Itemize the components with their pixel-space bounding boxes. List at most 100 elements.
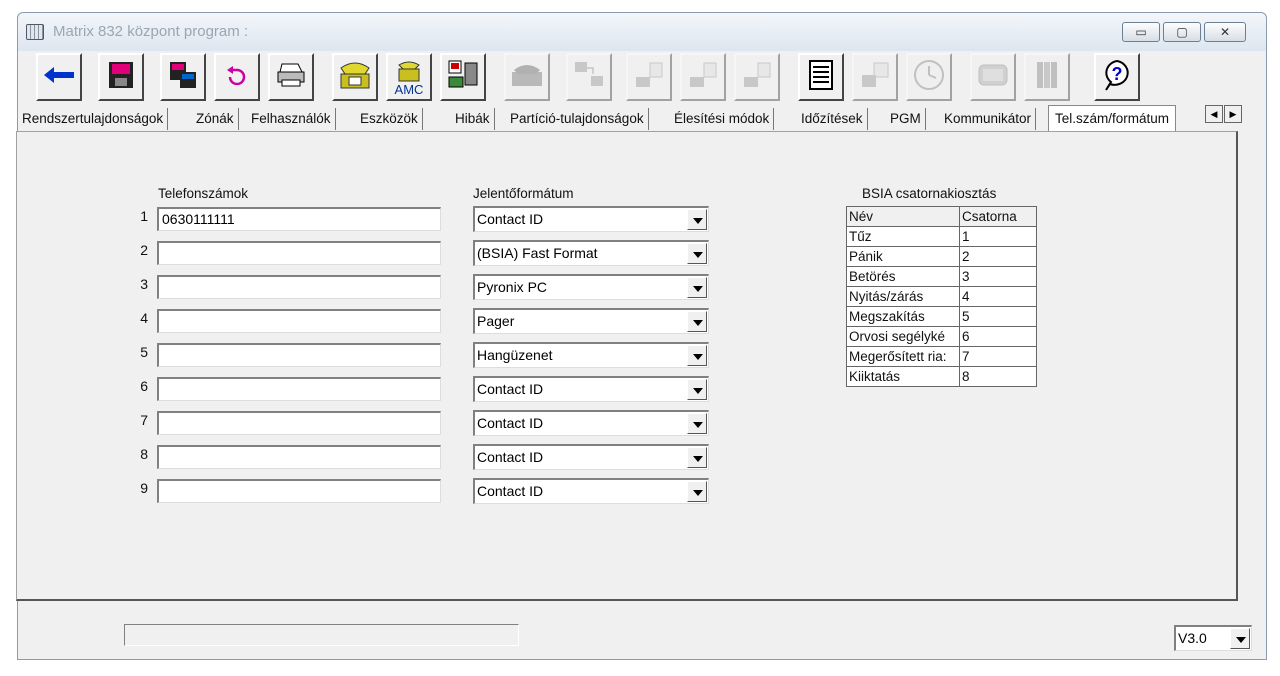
- bsia-channel-cell[interactable]: 3: [959, 266, 1037, 287]
- bsia-channel-cell[interactable]: 8: [959, 366, 1037, 387]
- arrow-right-icon: ▶: [1229, 108, 1237, 119]
- keypad-icon: [977, 63, 1009, 92]
- dropdown-arrow-icon[interactable]: [687, 243, 707, 264]
- tab-9[interactable]: PGM: [886, 108, 926, 130]
- bsia-channel-cell[interactable]: 7: [959, 346, 1037, 367]
- bsia-name-cell[interactable]: Orvosi segélyké: [846, 326, 960, 347]
- telephone-button[interactable]: [332, 53, 378, 101]
- help-button[interactable]: ?: [1094, 53, 1140, 101]
- bsia-row: Megerősített ria: 7: [846, 346, 1037, 367]
- bsia-channel-cell[interactable]: 4: [959, 286, 1037, 307]
- dropdown-arrow-icon[interactable]: [687, 345, 707, 366]
- dropdown-arrow-icon[interactable]: [687, 277, 707, 298]
- version-select[interactable]: V3.0: [1174, 625, 1252, 651]
- tab-strip: Rendszertulajdonságok Zónák Felhasználók Es…: [18, 105, 1262, 132]
- app-calculator-icon[interactable]: [26, 24, 44, 40]
- tab-scroll-left-button[interactable]: ◀: [1205, 105, 1223, 123]
- amc-telephone-button[interactable]: AMC: [386, 53, 432, 101]
- tab-11[interactable]: Tel.szám/formátum: [1048, 105, 1177, 132]
- upload-button[interactable]: [680, 53, 726, 101]
- minimize-button[interactable]: ▭: [1122, 22, 1160, 42]
- report-format-select-9[interactable]: Contact ID: [473, 478, 709, 504]
- telephone-icon: [337, 58, 373, 97]
- dropdown-arrow-icon[interactable]: [687, 311, 707, 332]
- bsia-channel-cell[interactable]: 5: [959, 306, 1037, 327]
- save-disk-button[interactable]: [98, 53, 144, 101]
- tab-10[interactable]: Kommunikátor: [940, 108, 1037, 130]
- bsia-header-row: Név Csatorna: [846, 206, 1037, 227]
- maximize-button[interactable]: ▢: [1163, 22, 1201, 42]
- report-format-select-2[interactable]: (BSIA) Fast Format: [473, 240, 709, 266]
- download-icon: [634, 61, 664, 94]
- phone-row-number: 2: [140, 242, 148, 258]
- phone-row-number: 9: [140, 480, 148, 496]
- tab-4[interactable]: Eszközök: [356, 108, 423, 130]
- phone-number-input-4[interactable]: [157, 309, 441, 333]
- bsia-name-cell[interactable]: Megerősített ria:: [846, 346, 960, 367]
- phone-number-input-7[interactable]: [157, 411, 441, 435]
- bsia-channel-cell[interactable]: 1: [959, 226, 1037, 247]
- phone-number-input-3[interactable]: [157, 275, 441, 299]
- maximize-icon: ▢: [1176, 25, 1188, 39]
- bsia-name-cell[interactable]: Nyitás/zárás: [846, 286, 960, 307]
- bsia-name-cell[interactable]: Betörés: [846, 266, 960, 287]
- tab-8[interactable]: Időzítések: [797, 108, 868, 130]
- phone-number-input-9[interactable]: [157, 479, 441, 503]
- tab-5[interactable]: Hibák: [451, 108, 495, 130]
- tab-2[interactable]: Zónák: [192, 108, 239, 130]
- save-disk-icon: [107, 60, 135, 95]
- title-bar[interactable]: Matrix 832 központ program : ▭ ▢ ✕: [18, 13, 1266, 51]
- phone-number-input-8[interactable]: [157, 445, 441, 469]
- tab-1[interactable]: Rendszertulajdonságok: [18, 108, 169, 130]
- document-list-icon: [808, 59, 834, 96]
- keypad-button[interactable]: [970, 53, 1016, 101]
- undo-button[interactable]: [214, 53, 260, 101]
- report-format-select-3[interactable]: Pyronix PC: [473, 274, 709, 300]
- report-format-select-4[interactable]: Pager: [473, 308, 709, 334]
- printer-button[interactable]: [268, 53, 314, 101]
- network-computer-button[interactable]: [440, 53, 486, 101]
- send-button[interactable]: [734, 53, 780, 101]
- phone-number-input-1[interactable]: 0630111111: [157, 207, 441, 231]
- close-button[interactable]: ✕: [1204, 22, 1246, 42]
- tab-7[interactable]: Élesítési módok: [670, 108, 775, 130]
- download-button[interactable]: [626, 53, 672, 101]
- tab-3[interactable]: Felhasználók: [247, 108, 336, 130]
- phone-number-input-6[interactable]: [157, 377, 441, 401]
- close-icon: ✕: [1219, 25, 1231, 39]
- document-list-button[interactable]: [798, 53, 844, 101]
- bsia-name-cell[interactable]: Tűz: [846, 226, 960, 247]
- report-format-select-1[interactable]: Contact ID: [473, 206, 709, 232]
- tab-6[interactable]: Partíció-tulajdonságok: [506, 108, 649, 130]
- phone-number-input-5[interactable]: [157, 343, 441, 367]
- report-format-value: (BSIA) Fast Format: [477, 245, 598, 261]
- formats-header: Jelentőformátum: [473, 186, 574, 201]
- bsia-col-channel: Csatorna: [959, 206, 1037, 227]
- report-format-select-5[interactable]: Hangüzenet: [473, 342, 709, 368]
- bsia-row: Nyitás/zárás 4: [846, 286, 1037, 307]
- bsia-channel-cell[interactable]: 2: [959, 246, 1037, 267]
- svg-text:?: ?: [1112, 64, 1123, 84]
- bsia-name-cell[interactable]: Kiiktatás: [846, 366, 960, 387]
- dropdown-arrow-icon[interactable]: [687, 447, 707, 468]
- bsia-name-cell[interactable]: Megszakítás: [846, 306, 960, 327]
- fax-button[interactable]: [504, 53, 550, 101]
- sync-button[interactable]: [852, 53, 898, 101]
- report-format-select-8[interactable]: Contact ID: [473, 444, 709, 470]
- dropdown-arrow-icon[interactable]: [687, 209, 707, 230]
- clock-button[interactable]: [906, 53, 952, 101]
- back-arrow-button[interactable]: [36, 53, 82, 101]
- tab-scroll-right-button[interactable]: ▶: [1224, 105, 1242, 123]
- dropdown-arrow-icon[interactable]: [687, 413, 707, 434]
- phone-number-input-2[interactable]: [157, 241, 441, 265]
- save-as-button[interactable]: [160, 53, 206, 101]
- version-dropdown-arrow-icon[interactable]: [1230, 628, 1250, 649]
- bsia-name-cell[interactable]: Pánik: [846, 246, 960, 267]
- report-format-select-7[interactable]: Contact ID: [473, 410, 709, 436]
- dropdown-arrow-icon[interactable]: [687, 379, 707, 400]
- report-format-select-6[interactable]: Contact ID: [473, 376, 709, 402]
- transfer-computer-button[interactable]: [566, 53, 612, 101]
- bsia-channel-cell[interactable]: 6: [959, 326, 1037, 347]
- books-button[interactable]: [1024, 53, 1070, 101]
- dropdown-arrow-icon[interactable]: [687, 481, 707, 502]
